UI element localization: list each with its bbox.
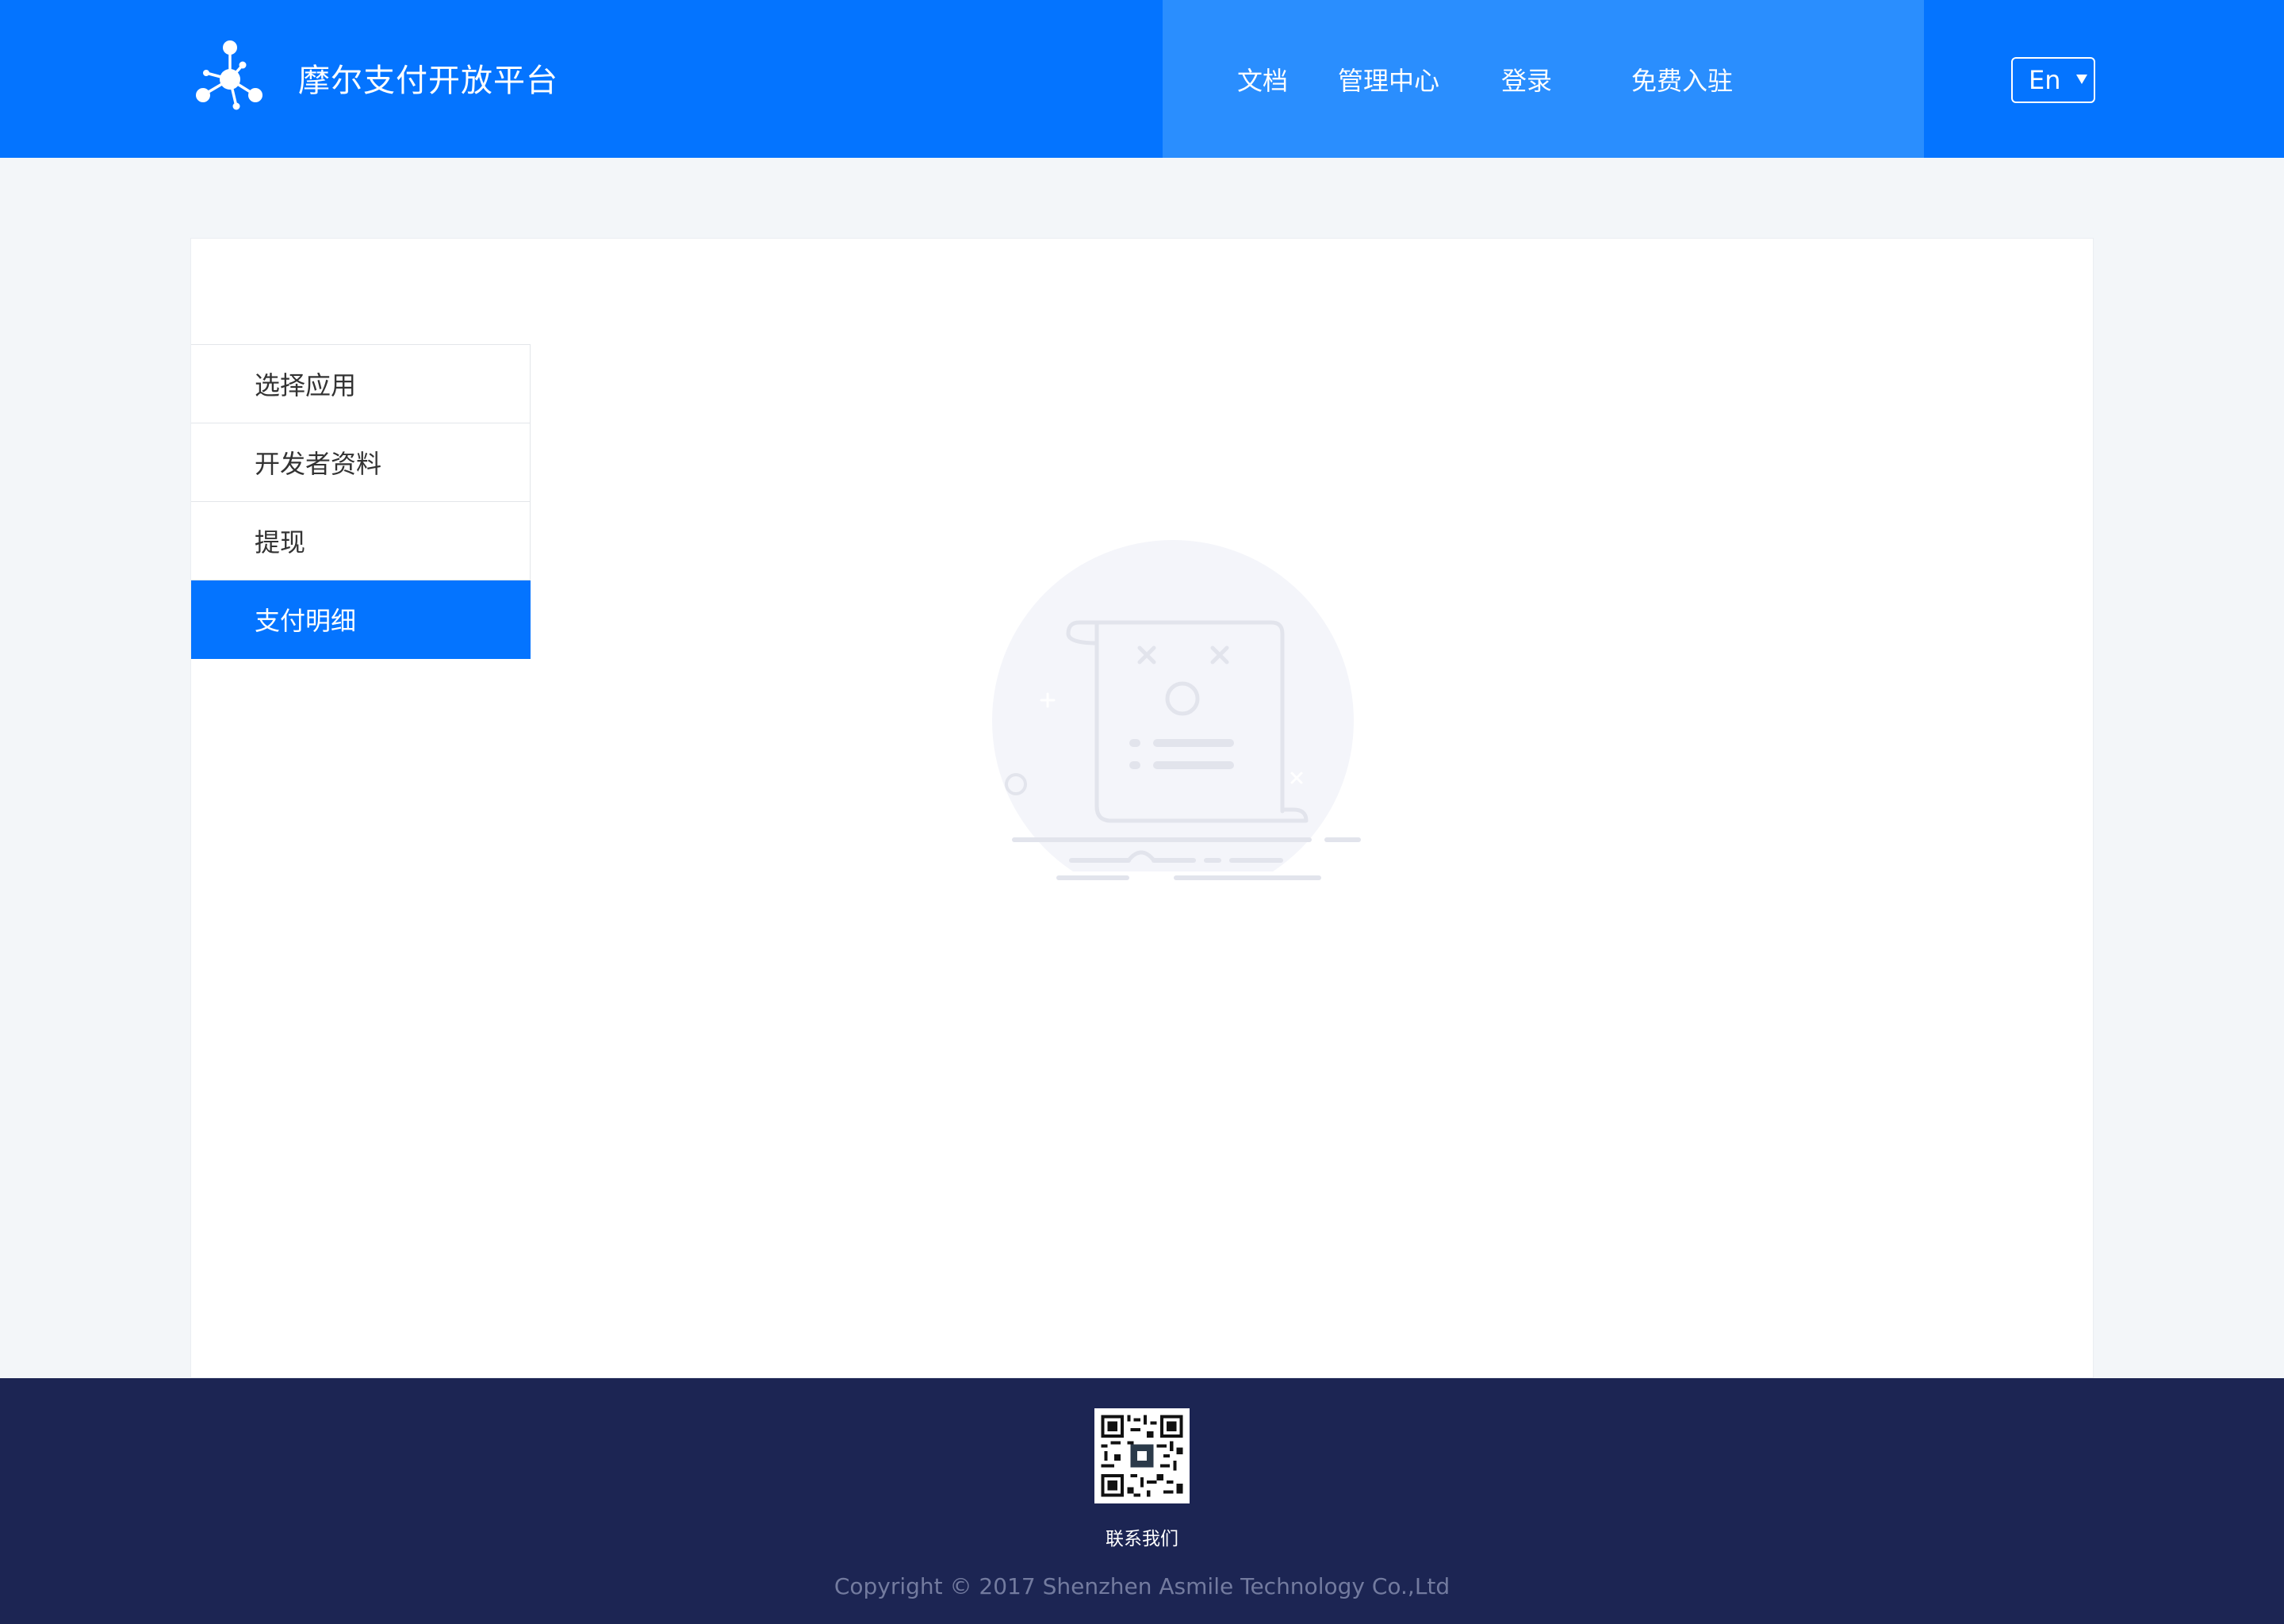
menu-item-developer-profile[interactable]: 开发者资料 — [191, 423, 530, 502]
nav-free-register[interactable]: 免费入驻 — [1599, 0, 1765, 158]
footer: 联系我们 Copyright © 2017 Shenzhen Asmile Te… — [0, 1378, 2284, 1624]
menu-item-withdraw[interactable]: 提现 — [191, 502, 530, 580]
brand-title: 摩尔支付开放平台 — [298, 63, 558, 99]
copyright-text: Copyright © 2017 Shenzhen Asmile Technol… — [834, 1573, 1450, 1599]
caret-down-icon — [2076, 75, 2087, 84]
language-value: En — [2029, 65, 2061, 95]
molecule-logo-icon — [196, 40, 263, 110]
main-nav: 文档 管理中心 登录 免费入驻 — [1163, 0, 1924, 158]
contact-us-link[interactable]: 联系我们 — [0, 1523, 2284, 1550]
brand[interactable]: 摩尔支付开放平台 — [190, 38, 558, 117]
side-menu: 选择应用 开发者资料 提现 支付明细 — [191, 344, 531, 659]
menu-item-payment-details[interactable]: 支付明细 — [191, 580, 531, 659]
nav-login[interactable]: 登录 — [1480, 0, 1573, 158]
nav-docs[interactable]: 文档 — [1224, 0, 1301, 158]
nav-management-center[interactable]: 管理中心 — [1329, 0, 1448, 158]
qr-code-icon — [1094, 1408, 1190, 1503]
empty-document-icon — [992, 540, 1361, 880]
language-select[interactable]: En — [2011, 57, 2095, 103]
top-header: 摩尔支付开放平台 文档 管理中心 登录 免费入驻 En — [0, 0, 2284, 158]
menu-item-select-app[interactable]: 选择应用 — [191, 345, 530, 423]
content-card: 选择应用 开发者资料 提现 支付明细 — [190, 238, 2094, 1378]
